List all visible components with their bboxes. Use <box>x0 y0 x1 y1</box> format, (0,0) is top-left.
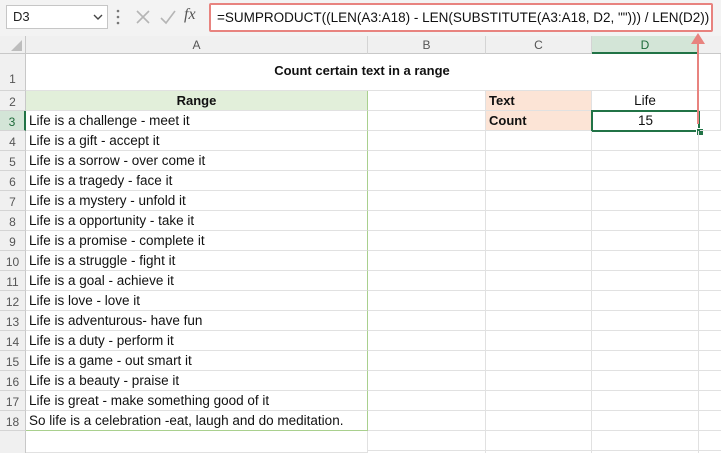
row-header-17[interactable]: 17 <box>0 391 26 411</box>
column-header-b[interactable]: B <box>368 36 486 54</box>
text-label-cell[interactable]: Text <box>486 91 592 111</box>
more-options-icon[interactable] <box>116 8 120 26</box>
text-value-cell[interactable]: Life <box>592 91 699 111</box>
range-cell[interactable]: Life is love - love it <box>26 291 368 311</box>
cancel-icon[interactable] <box>132 6 154 28</box>
row-header-3[interactable]: 3 <box>0 111 26 131</box>
range-cell[interactable]: Life is a mystery - unfold it <box>26 191 368 211</box>
range-cell[interactable]: Life is a beauty - praise it <box>26 371 368 391</box>
formula-bar: D3 fx =SUMPRODUCT((LEN(A3:A18) - LEN(SUB… <box>0 0 721 36</box>
range-cell[interactable]: Life is a sorrow - over come it <box>26 151 368 171</box>
row-header-2[interactable]: 2 <box>0 91 26 111</box>
count-result-cell[interactable]: 15 <box>591 110 700 132</box>
row-header-19[interactable] <box>0 431 26 453</box>
chevron-down-icon[interactable] <box>93 6 103 36</box>
range-header[interactable]: Range <box>26 91 368 111</box>
row-header-15[interactable]: 15 <box>0 351 26 371</box>
empty-cells <box>368 131 721 453</box>
row-header-12[interactable]: 12 <box>0 291 26 311</box>
column-header-d[interactable]: D <box>592 36 699 54</box>
range-cell[interactable]: Life is a challenge - meet it <box>26 111 368 131</box>
range-cell[interactable]: Life is a goal - achieve it <box>26 271 368 291</box>
row-header-5[interactable]: 5 <box>0 151 26 171</box>
name-box-value: D3 <box>13 9 30 24</box>
row-header-6[interactable]: 6 <box>0 171 26 191</box>
row-header-10[interactable]: 10 <box>0 251 26 271</box>
row-header-1[interactable]: 1 <box>0 54 26 91</box>
count-label-cell[interactable]: Count <box>486 111 592 131</box>
row-header-4[interactable]: 4 <box>0 131 26 151</box>
enter-check-icon[interactable] <box>157 6 179 28</box>
range-cell[interactable]: Life is a struggle - fight it <box>26 251 368 271</box>
row-header-13[interactable]: 13 <box>0 311 26 331</box>
range-cell[interactable]: Life is a promise - complete it <box>26 231 368 251</box>
range-cell[interactable]: Life is a game - out smart it <box>26 351 368 371</box>
cell[interactable] <box>26 431 368 453</box>
row-header-9[interactable]: 9 <box>0 231 26 251</box>
formula-input[interactable]: =SUMPRODUCT((LEN(A3:A18) - LEN(SUBSTITUT… <box>209 3 713 32</box>
range-cell[interactable]: So life is a celebration -eat, laugh and… <box>26 411 368 431</box>
range-cell[interactable]: Life is adventurous- have fun <box>26 311 368 331</box>
column-header-a[interactable]: A <box>26 36 368 54</box>
row-header-8[interactable]: 8 <box>0 211 26 231</box>
row-header-7[interactable]: 7 <box>0 191 26 211</box>
callout-arrow-icon <box>691 33 705 124</box>
row-header-11[interactable]: 11 <box>0 271 26 291</box>
name-box[interactable]: D3 <box>6 5 108 29</box>
range-cell[interactable]: Life is a tragedy - face it <box>26 171 368 191</box>
range-cell[interactable]: Life is a duty - perform it <box>26 331 368 351</box>
cell[interactable] <box>368 91 486 111</box>
range-cell[interactable]: Life is a opportunity - take it <box>26 211 368 231</box>
row-header-14[interactable]: 14 <box>0 331 26 351</box>
row-header-16[interactable]: 16 <box>0 371 26 391</box>
sheet-title[interactable]: Count certain text in a range <box>26 54 699 91</box>
range-cell[interactable]: Life is great - make something good of i… <box>26 391 368 411</box>
column-header-c[interactable]: C <box>486 36 592 54</box>
insert-function-icon[interactable]: fx <box>184 6 196 24</box>
select-all-corner[interactable] <box>0 36 26 54</box>
row-header-18[interactable]: 18 <box>0 411 26 431</box>
spreadsheet-grid: A B C D 1 2 3 4 5 6 7 8 9 10 11 12 13 14… <box>0 36 721 453</box>
range-cell[interactable]: Life is a gift - accept it <box>26 131 368 151</box>
cell[interactable] <box>368 111 486 131</box>
